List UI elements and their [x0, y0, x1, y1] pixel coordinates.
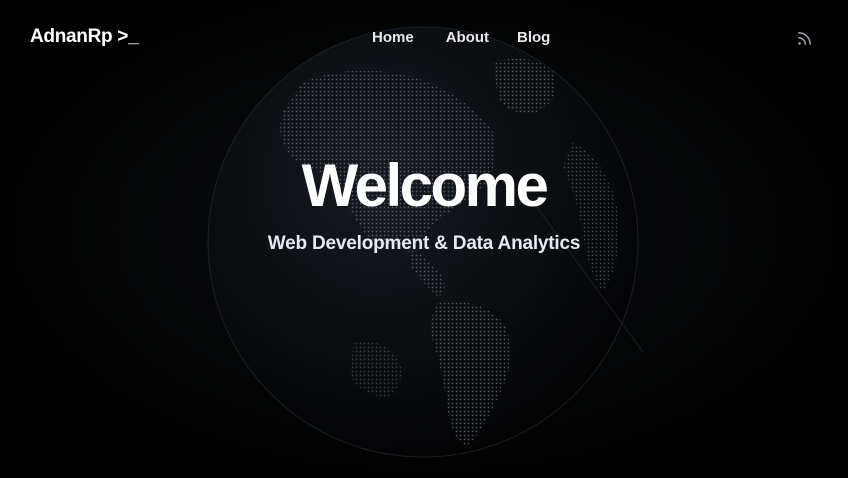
hero-subtitle: Web Development & Data Analytics — [267, 233, 581, 254]
main-nav: Home About Blog — [372, 29, 550, 46]
nav-link-blog[interactable]: Blog — [517, 29, 550, 46]
page: AdnanRp >_ Home About Blog Welcome Web D… — [0, 0, 848, 478]
brand-logo-link[interactable]: AdnanRp >_ — [30, 26, 139, 48]
rss-icon[interactable] — [796, 30, 813, 47]
site-header: AdnanRp >_ Home About Blog — [0, 0, 848, 76]
nav-link-about[interactable]: About — [446, 29, 489, 46]
hero-title: Welcome — [301, 152, 549, 219]
hero-section: Welcome Web Development & Data Analytics — [0, 150, 848, 255]
nav-link-home[interactable]: Home — [372, 29, 414, 46]
